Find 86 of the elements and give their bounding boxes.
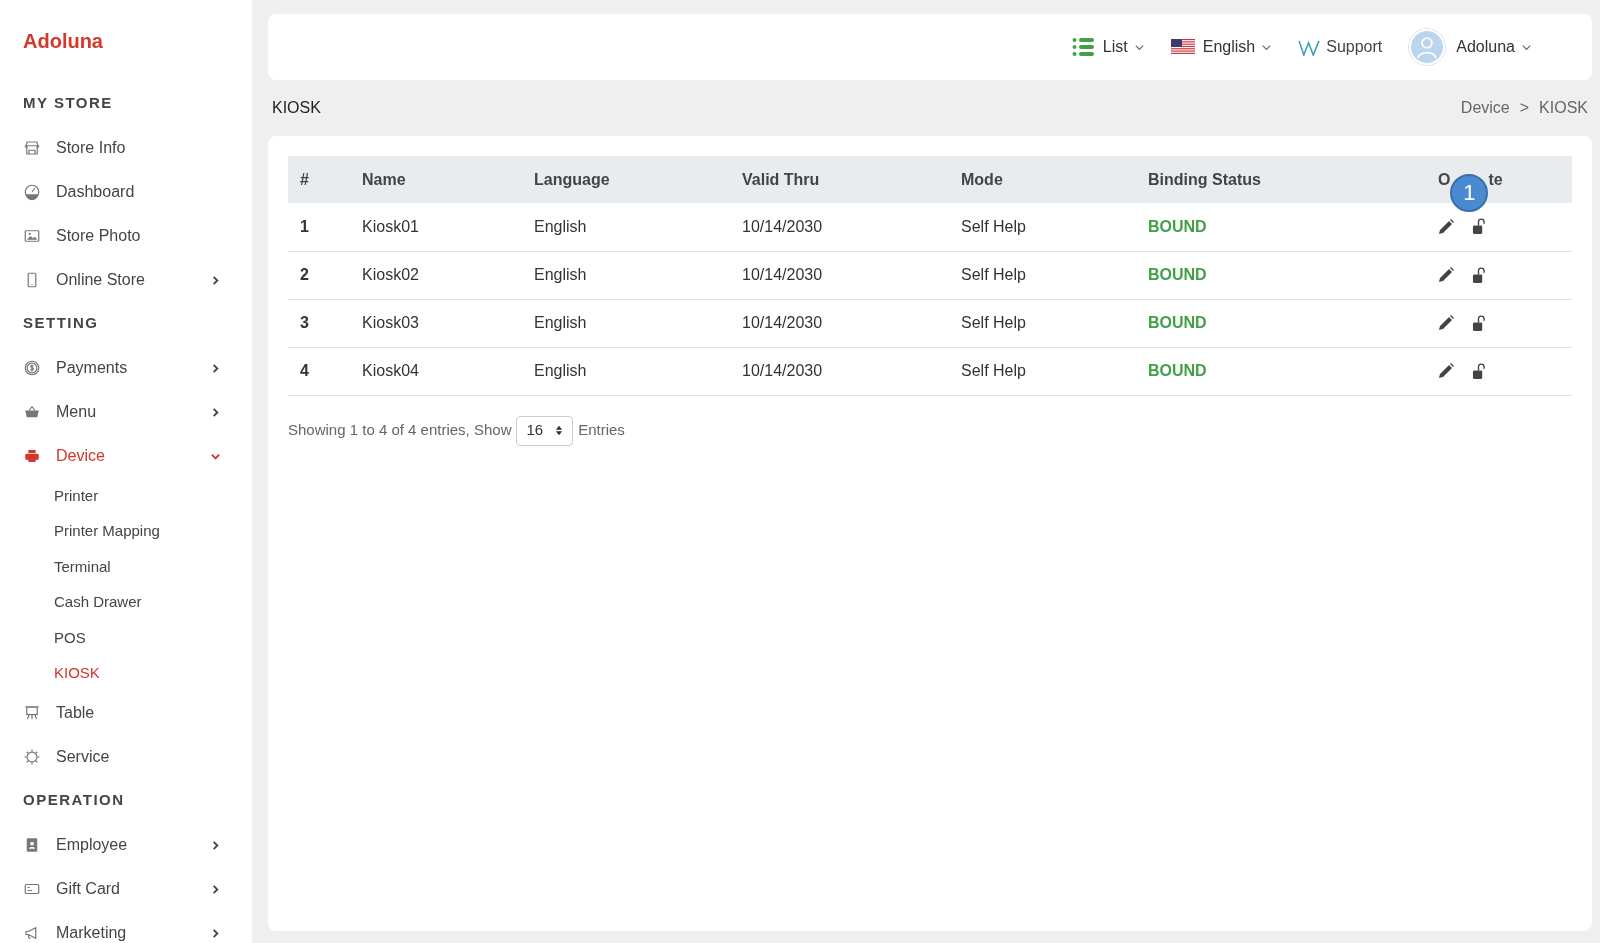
submenu-item[interactable]: Printer Mapping	[54, 520, 160, 543]
sidebar-item[interactable]: Employee	[23, 823, 229, 867]
table-cell: Self Help	[961, 217, 1026, 235]
page-title: KIOSK	[272, 98, 321, 118]
submenu-item[interactable]: KIOSK	[54, 662, 100, 685]
pencil-icon[interactable]	[1438, 363, 1454, 379]
table-cell: Self Help	[961, 266, 1026, 283]
unlock-icon[interactable]	[1472, 218, 1485, 236]
table-cell: Kiosk04	[362, 362, 419, 379]
table-cell-text: 3	[299, 314, 309, 331]
sidebar-item[interactable]: Marketing	[23, 911, 229, 943]
column-header: Mode	[961, 170, 1003, 188]
sidebar-item[interactable]: Service	[23, 735, 229, 779]
brand-logo: Adoluna	[23, 29, 104, 54]
gauge-icon	[23, 183, 41, 201]
sidebar-item[interactable]: Device	[23, 434, 229, 478]
table-cell-text: 2	[299, 266, 309, 283]
table-cell: Self Help	[961, 362, 1026, 379]
sidebar-item[interactable]: Payments	[23, 346, 229, 390]
column-header: te	[1488, 169, 1503, 190]
unlock-icon[interactable]	[1472, 362, 1485, 380]
table-cell: 10/14/2030	[742, 266, 823, 283]
breadcrumb-text: KIOSK	[1539, 98, 1588, 118]
table-cell: 10/14/2030	[742, 362, 823, 379]
column-header: Name	[362, 170, 406, 188]
support-link[interactable]: Support	[1298, 35, 1383, 59]
status-text: BOUND	[1148, 217, 1207, 235]
list-icon	[1071, 37, 1094, 57]
printer-icon	[23, 447, 41, 465]
submenu-item[interactable]: Terminal	[54, 555, 111, 578]
table-cell-text: 1	[299, 217, 309, 235]
entries-summary: Showing 1 to 4 of 4 entries, Show	[288, 420, 512, 441]
user-menu[interactable]: Adoluna	[1408, 28, 1532, 66]
table-cell: 10/14/2030	[742, 314, 823, 331]
w-logo-icon	[1298, 38, 1322, 56]
section-heading: SETTING	[23, 313, 100, 332]
table-cell: English	[534, 314, 587, 331]
avatar-icon	[1408, 28, 1447, 66]
sidebar-item[interactable]: Dashboard	[23, 170, 229, 214]
unlock-icon[interactable]	[1472, 266, 1485, 284]
language-dropdown[interactable]: English	[1170, 35, 1273, 59]
section-heading: MY STORE	[23, 93, 114, 112]
table-cell-text: 4	[299, 362, 309, 379]
sidebar-item[interactable]: Online Store	[23, 258, 229, 302]
view-dropdown[interactable]: List	[1071, 35, 1145, 59]
page-size-select[interactable]: 16	[516, 415, 574, 446]
submenu-item[interactable]: Printer	[54, 484, 99, 507]
status-text: BOUND	[1148, 362, 1207, 379]
breadcrumb-link[interactable]: Device	[1460, 96, 1510, 120]
column-header: Valid Thru	[742, 170, 820, 188]
sort-arrows-icon	[555, 425, 564, 436]
sidebar-item[interactable]: Table	[23, 691, 229, 735]
table-cell: Kiosk02	[362, 266, 419, 283]
column-header: Binding Status	[1148, 170, 1261, 188]
store-icon	[23, 139, 41, 157]
easel-icon	[23, 704, 41, 722]
column-header: Language	[534, 170, 610, 188]
flag-icon	[1170, 39, 1195, 55]
step-badge: 1	[1450, 173, 1489, 212]
column-header: #	[300, 170, 309, 188]
submenu-item[interactable]: Cash Drawer	[54, 591, 142, 614]
pencil-icon[interactable]	[1438, 315, 1454, 331]
section-heading: OPERATION	[23, 790, 126, 809]
unlock-icon[interactable]	[1472, 314, 1485, 332]
pencil-icon[interactable]	[1438, 267, 1454, 283]
breadcrumb-separator: >	[1519, 98, 1530, 118]
sidebar-item[interactable]: Menu	[23, 390, 229, 434]
column-header: O	[1438, 169, 1451, 190]
dollar-coin-icon	[23, 359, 41, 377]
entries-label: Entries	[578, 420, 625, 441]
sidebar-item[interactable]: Store Info	[23, 126, 229, 170]
table-cell: English	[534, 362, 587, 379]
submenu-item[interactable]: POS	[54, 626, 86, 649]
table-cell: Kiosk01	[362, 217, 419, 235]
sidebar-item[interactable]: Store Photo	[23, 214, 229, 258]
status-text: BOUND	[1148, 266, 1207, 283]
sidebar-item[interactable]: Gift Card	[23, 867, 229, 911]
table-cell: 10/14/2030	[742, 217, 823, 235]
image-icon	[23, 227, 41, 245]
table-cell: English	[534, 217, 587, 235]
table-cell: English	[534, 266, 587, 283]
gear-icon	[23, 748, 41, 766]
table-cell: Kiosk03	[362, 314, 419, 331]
table-cell: Self Help	[961, 314, 1026, 331]
pencil-icon[interactable]	[1438, 218, 1454, 235]
status-text: BOUND	[1148, 314, 1207, 331]
